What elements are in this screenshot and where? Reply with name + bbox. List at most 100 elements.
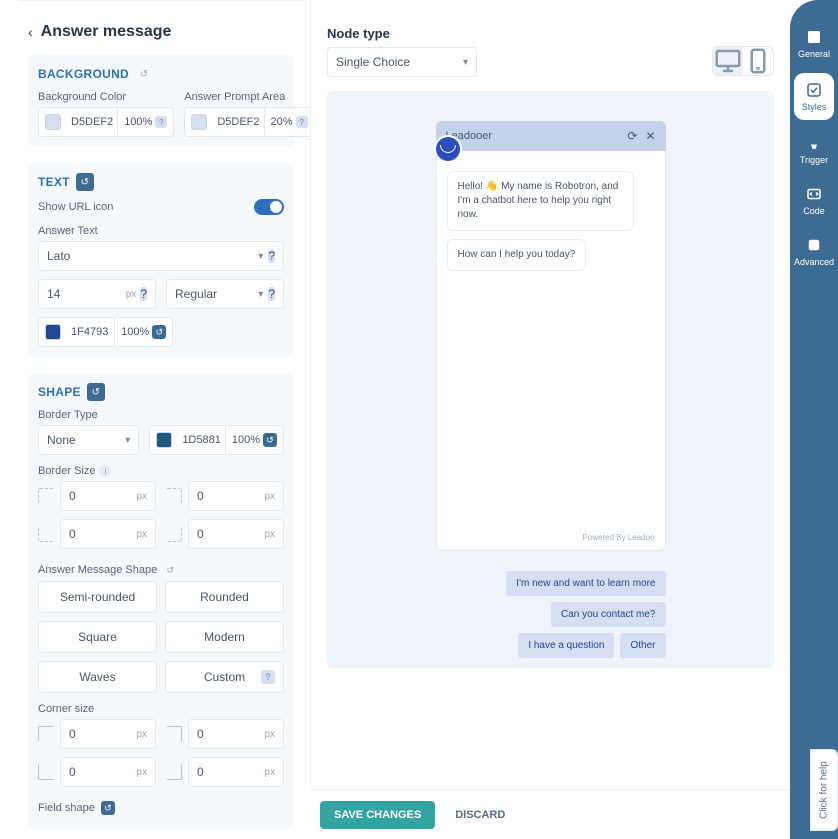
text-title: TEXT	[38, 175, 70, 189]
reset-text-icon[interactable]: ↺	[76, 173, 94, 191]
corner-bl-icon	[38, 526, 54, 542]
reset-shape-icon[interactable]: ↺	[87, 383, 105, 401]
corner-size-tl-input[interactable]: 0px	[60, 719, 156, 749]
show-url-toggle[interactable]	[254, 199, 284, 215]
reset-border-color-icon[interactable]: ↺	[263, 433, 277, 447]
save-button[interactable]: SAVE CHANGES	[320, 801, 435, 829]
background-section: BACKGROUND ↺ Background Color D5DEF2 100…	[28, 55, 294, 147]
code-icon	[805, 185, 823, 203]
chat-bubble: How can I help you today?	[447, 239, 587, 271]
chat-bubble: Hello! 👋 My name is Robotron, and I'm a …	[447, 171, 634, 231]
text-color-hex: 1F4793	[67, 326, 114, 338]
styles-icon	[805, 81, 823, 99]
border-size-bl-input[interactable]: 0px	[60, 519, 156, 549]
corner-size-tr-input[interactable]: 0px	[188, 719, 284, 749]
answer-shape-label: Answer Message Shape↺	[38, 563, 284, 577]
mobile-device-button[interactable]	[743, 47, 773, 75]
desktop-device-button[interactable]	[713, 47, 743, 75]
corner-size-bl-input[interactable]: 0px	[60, 757, 156, 787]
border-color-swatch	[156, 432, 172, 448]
back-chevron-icon[interactable]: ‹	[28, 24, 33, 40]
help-tab[interactable]: Click for help	[810, 749, 838, 831]
discard-button[interactable]: DISCARD	[455, 809, 505, 821]
border-type-label: Border Type	[38, 409, 284, 421]
bg-color-input[interactable]: D5DEF2 100%?	[38, 107, 174, 137]
reset-field-shape-icon[interactable]: ↺	[101, 801, 115, 815]
text-color-pct: 100%	[121, 326, 149, 338]
bot-avatar	[434, 135, 462, 163]
font-weight-select[interactable]: Regular ▾?	[166, 279, 284, 309]
general-icon	[805, 28, 823, 46]
close-icon[interactable]: ✕	[645, 129, 655, 143]
corner-br-icon	[166, 764, 182, 780]
border-type-value: None	[47, 433, 76, 447]
nav-general[interactable]: General	[794, 18, 834, 69]
field-shape-label: Field shape↺	[38, 801, 284, 815]
chevron-down-icon: ▾	[125, 435, 130, 446]
border-size-tr-input[interactable]: 0px	[188, 481, 284, 511]
mobile-icon	[743, 46, 773, 76]
corner-size-br-input[interactable]: 0px	[188, 757, 284, 787]
background-title: BACKGROUND	[38, 67, 129, 81]
border-color-hex: 1D5881	[178, 434, 225, 446]
shape-semi-rounded-button[interactable]: Semi-rounded	[38, 581, 157, 613]
corner-tr-icon	[166, 488, 182, 504]
chat-preview: Leadooer ⟳ ✕ Hello! 👋 My name is Robotro…	[327, 91, 774, 668]
text-color-input[interactable]: 1F4793 100%↺	[38, 317, 173, 347]
info-icon: ?	[140, 287, 147, 301]
corner-tr-icon	[166, 726, 182, 742]
corner-bl-icon	[38, 764, 54, 780]
shape-custom-button[interactable]: Custom?	[165, 661, 284, 693]
nav-trigger[interactable]: Trigger	[794, 124, 834, 175]
font-weight-value: Regular	[175, 287, 217, 301]
show-url-label: Show URL icon	[38, 201, 113, 213]
info-icon: i	[99, 465, 111, 477]
footer-bar: SAVE CHANGES DISCARD	[310, 789, 790, 839]
border-color-input[interactable]: 1D5881 100%↺	[149, 425, 284, 455]
node-type-label: Node type	[327, 26, 774, 41]
bg-color-hex: D5DEF2	[67, 116, 117, 128]
bg-color-pct: 100%	[124, 116, 152, 128]
border-color-pct: 100%	[232, 434, 260, 446]
device-toggle	[712, 46, 774, 76]
reset-answer-shape-icon[interactable]: ↺	[163, 563, 177, 577]
shape-rounded-button[interactable]: Rounded	[165, 581, 284, 613]
corner-tl-icon	[38, 726, 54, 742]
font-value: Lato	[47, 249, 70, 263]
refresh-icon[interactable]: ⟳	[627, 129, 637, 143]
nav-advanced[interactable]: Advanced	[794, 226, 834, 277]
desktop-icon	[713, 46, 743, 76]
chevron-down-icon: ▾	[463, 57, 468, 68]
node-type-select[interactable]: Single Choice ▾	[327, 47, 477, 77]
prompt-area-label: Answer Prompt Area	[184, 91, 310, 103]
reset-text-color-icon[interactable]: ↺	[152, 325, 166, 339]
info-icon: ?	[155, 116, 167, 128]
choice-button[interactable]: I'm new and want to learn more	[506, 571, 665, 596]
shape-waves-button[interactable]: Waves	[38, 661, 157, 693]
prompt-color-input[interactable]: D5DEF2 20%?	[184, 107, 310, 137]
shape-square-button[interactable]: Square	[38, 621, 157, 653]
trigger-icon	[805, 134, 823, 152]
border-size-tl-input[interactable]: 0px	[60, 481, 156, 511]
choice-button[interactable]: Can you contact me?	[551, 602, 666, 627]
font-size-input[interactable]: 14 px?	[38, 279, 156, 309]
prompt-color-swatch	[191, 114, 207, 130]
border-size-br-input[interactable]: 0px	[188, 519, 284, 549]
choice-button[interactable]: Other	[620, 633, 665, 658]
right-nav: General Styles Trigger Code Advanced	[790, 0, 838, 839]
choice-button[interactable]: I have a question	[518, 633, 614, 658]
border-size-label: Border Sizei	[38, 465, 284, 477]
nav-styles[interactable]: Styles	[794, 73, 834, 120]
font-select[interactable]: Lato ▾?	[38, 241, 284, 271]
text-section: TEXT ↺ Show URL icon Answer Text Lato ▾?…	[28, 163, 294, 357]
nav-code[interactable]: Code	[794, 175, 834, 226]
info-icon: ?	[296, 116, 308, 128]
corner-br-icon	[166, 526, 182, 542]
info-icon: ?	[268, 249, 275, 263]
shape-title: SHAPE	[38, 385, 81, 399]
shape-modern-button[interactable]: Modern	[165, 621, 284, 653]
reset-background-icon[interactable]: ↺	[135, 65, 153, 83]
text-color-swatch	[45, 324, 61, 340]
prompt-color-pct: 20%	[271, 116, 293, 128]
border-type-select[interactable]: None ▾	[38, 425, 139, 455]
